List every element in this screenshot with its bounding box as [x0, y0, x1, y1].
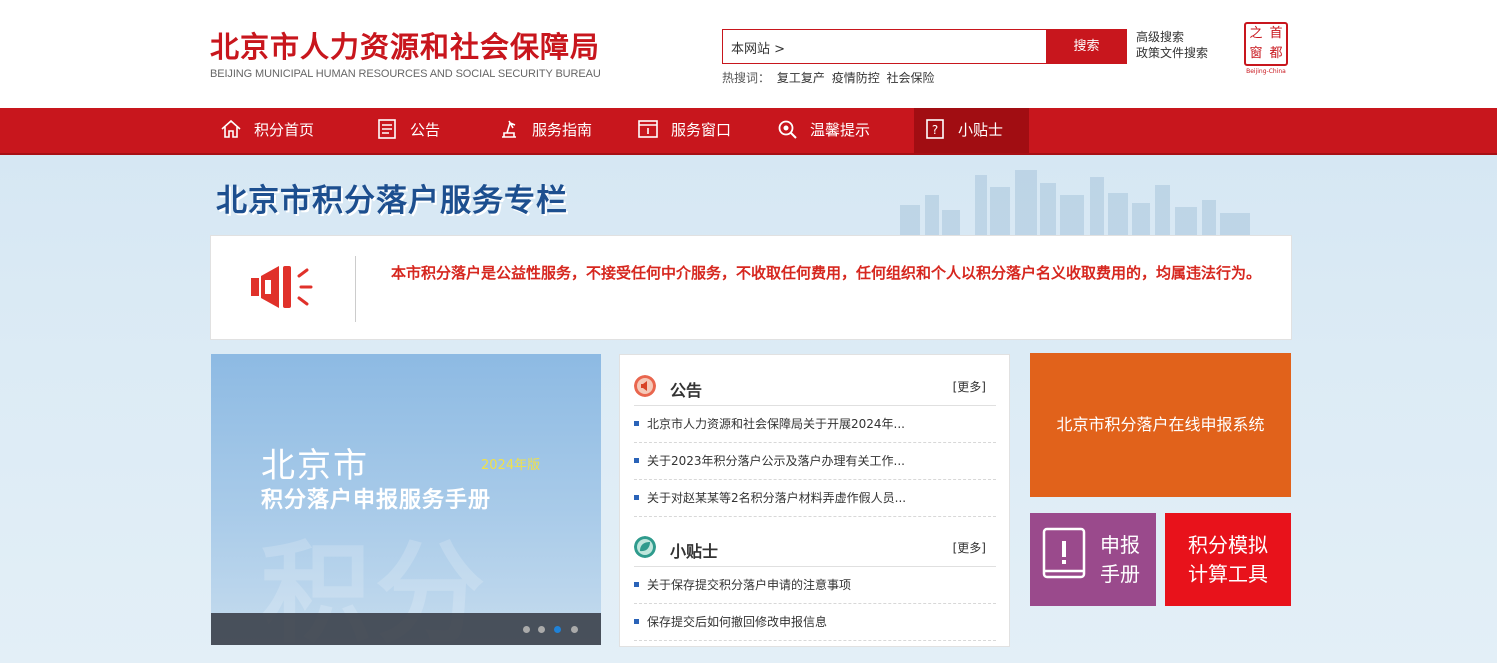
search-links: 高级搜索 政策文件搜索: [1136, 29, 1208, 61]
handbook-label-line: 申报: [1100, 533, 1140, 557]
public-service-notice: 本市积分落户是公益性服务，不接受任何中介服务，不收取任何费用，任何组织和个人以积…: [210, 235, 1292, 340]
seal-char: 之: [1249, 26, 1263, 41]
hot-word[interactable]: 疫情防控: [832, 71, 880, 85]
slider-dot-active[interactable]: [554, 626, 561, 633]
announcement-item-text: 关于2023年积分落户公示及落户办理有关工作...: [647, 454, 905, 468]
calculator-label-line: 计算工具: [1188, 562, 1268, 586]
divider: [355, 256, 356, 322]
tip-item-text: 关于保存提交积分落户申请的注意事项: [647, 578, 852, 592]
slider-dot[interactable]: [538, 626, 545, 633]
slider-dot[interactable]: [523, 626, 530, 633]
capital-window-seal-logo[interactable]: 之 首 窗 都 Beijing-China: [1242, 22, 1290, 76]
policy-search-link[interactable]: 政策文件搜索: [1136, 45, 1208, 61]
tips-leaf-icon: [634, 536, 656, 558]
slider-subtitle: 积分落户申报服务手册: [261, 488, 492, 513]
slider-title: 北京市: [261, 446, 369, 486]
seal-caption: Beijing-China: [1246, 68, 1286, 75]
seal-char: 首: [1269, 26, 1283, 41]
slider-year: 2024年版: [481, 458, 541, 473]
announcement-item[interactable]: 关于对赵某某等2名积分落户材料弄虚作假人员...: [634, 480, 996, 517]
handbook-label-line: 手册: [1100, 562, 1140, 586]
question-icon: ?: [926, 118, 944, 139]
hot-words-label: 热搜词：: [722, 71, 771, 85]
calculator-label-line: 积分模拟: [1188, 533, 1268, 557]
tips-more-link[interactable]: [更多]: [953, 539, 986, 556]
nav-label: 服务指南: [532, 121, 593, 139]
announcement-item[interactable]: 关于2023年积分落户公示及落户办理有关工作...: [634, 443, 996, 480]
nav-item-service-window[interactable]: 服务窗口: [627, 108, 741, 153]
tips-title: 小贴士: [670, 542, 719, 561]
notice-icon: [378, 118, 396, 139]
nav-item-home[interactable]: 积分首页: [210, 108, 324, 153]
guide-icon: [502, 120, 516, 138]
seal-char: 都: [1269, 46, 1283, 61]
tip-item-text: 保存提交后如何撤回修改申报信息: [647, 615, 828, 629]
site-logo-title[interactable]: 北京市人力资源和社会保障局: [210, 24, 600, 66]
nav-item-tips[interactable]: ? 小贴士: [914, 108, 1029, 153]
nav-label: 服务窗口: [671, 121, 732, 139]
site-logo-subtitle: BEIJING MUNICIPAL HUMAN RESOURCES AND SO…: [210, 68, 601, 80]
hot-word[interactable]: 社会保险: [887, 71, 935, 85]
announcement-item-text: 关于对赵某某等2名积分落户材料弄虚作假人员...: [647, 491, 907, 505]
hot-words: 热搜词： 复工复产 疫情防控 社会保险: [722, 69, 938, 86]
nav-item-warm-tips[interactable]: 温馨提示: [766, 108, 880, 153]
nav-label: 小贴士: [958, 121, 1004, 139]
tip-search-icon: [778, 120, 797, 139]
window-icon: [638, 119, 658, 138]
announcements-header: 公告 [更多]: [634, 370, 996, 406]
online-application-system-tile[interactable]: 北京市积分落户在线申报系统: [1030, 353, 1291, 497]
home-icon: [221, 119, 241, 138]
site-header: 北京市人力资源和社会保障局 BEIJING MUNICIPAL HUMAN RE…: [0, 0, 1497, 108]
seal-char: 窗: [1249, 46, 1263, 61]
seal-box: 之 首 窗 都: [1244, 22, 1288, 66]
handbook-slider[interactable]: 积分 北京市 2024年版 积分落户申报服务手册: [211, 354, 601, 645]
announcement-item[interactable]: 北京市人力资源和社会保障局关于开展2024年...: [634, 406, 996, 443]
news-panel: 公告 [更多] 北京市人力资源和社会保障局关于开展2024年... 关于2023…: [619, 354, 1010, 647]
points-calculator-tile[interactable]: 积分模拟 计算工具: [1165, 513, 1291, 606]
announcement-item-text: 北京市人力资源和社会保障局关于开展2024年...: [647, 417, 905, 431]
megaphone-icon: [251, 266, 313, 308]
book-icon: [1042, 527, 1086, 579]
slider-pagination-bar: [211, 613, 601, 645]
slider-dot[interactable]: [571, 626, 578, 633]
tip-item[interactable]: 关于保存提交积分落户申请的注意事项: [634, 567, 996, 604]
main-nav: 积分首页 公告 服务指南 服务窗口 温馨提示 ? 小贴士: [0, 108, 1497, 155]
search-box[interactable]: 本网站 > 搜索: [722, 29, 1127, 64]
hot-word[interactable]: 复工复产: [777, 71, 825, 85]
nav-item-service-guide[interactable]: 服务指南: [488, 108, 602, 153]
handbook-tile[interactable]: 申报 手册: [1030, 513, 1156, 606]
search-scope-select[interactable]: 本网站 >: [731, 38, 785, 57]
announcements-title: 公告: [670, 381, 703, 400]
city-skyline-decoration: [900, 170, 1250, 235]
nav-label: 温馨提示: [810, 121, 871, 139]
announcements-more-link[interactable]: [更多]: [953, 378, 986, 395]
nav-label: 公告: [410, 121, 441, 139]
announcement-speaker-icon: [634, 375, 656, 397]
tips-header: 小贴士 [更多]: [634, 531, 996, 567]
banner-title: 北京市积分落户服务专栏: [216, 183, 568, 219]
notice-text: 本市积分落户是公益性服务，不接受任何中介服务，不收取任何费用，任何组织和个人以积…: [391, 264, 1262, 282]
search-button[interactable]: 搜索: [1046, 29, 1127, 64]
handbook-label: 申报 手册: [1100, 531, 1150, 589]
nav-item-announcements[interactable]: 公告: [366, 108, 450, 153]
tip-item[interactable]: 保存提交后如何撤回修改申报信息: [634, 604, 996, 641]
main-content: 北京市积分落户服务专栏 本市积分落户是公益性服务，不接受任何中介服务，不收取任何…: [0, 155, 1497, 663]
nav-label: 积分首页: [254, 121, 315, 139]
advanced-search-link[interactable]: 高级搜索: [1136, 29, 1208, 45]
svg-text:?: ?: [932, 123, 938, 137]
